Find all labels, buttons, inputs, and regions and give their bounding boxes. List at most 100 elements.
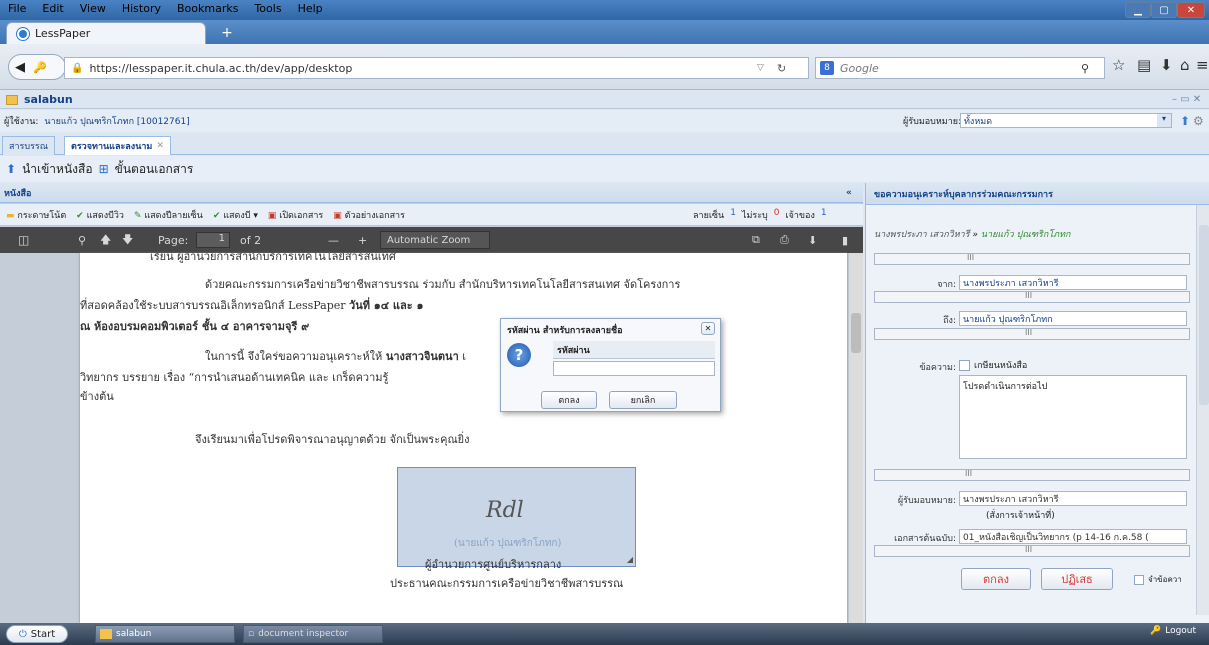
reject-button[interactable]: ปฏิเสธ (1041, 568, 1113, 590)
menu-history[interactable]: History (120, 2, 163, 15)
close-window-button[interactable]: ✕ (1177, 2, 1205, 18)
print-icon[interactable]: ⎙ (780, 233, 789, 247)
doc-para1-date: วันที่ ๑๔ และ ๑ (349, 299, 424, 312)
gear-icon[interactable]: ⚙ (1193, 114, 1204, 128)
password-dialog: รหัสผ่าน สำหรับการลงลายชื่อ ✕ ? รหัสผ่าน… (500, 318, 721, 412)
search-input[interactable]: 8 Google ⚲ (815, 57, 1105, 79)
open-document-button[interactable]: ▣ เปิดเอกสาร (268, 208, 323, 222)
dialog-ok-button[interactable]: ตกลง (541, 391, 597, 409)
horizontal-scrollbar[interactable]: III (874, 545, 1190, 557)
dropdown-arrow-icon[interactable]: ▽ (757, 63, 764, 73)
menu-help[interactable]: Help (296, 2, 325, 15)
dialog-cancel-button[interactable]: ยกเลิก (609, 391, 677, 409)
user-label: ผู้ใช้งาน: (4, 117, 39, 127)
horizontal-scrollbar[interactable]: III (874, 253, 1190, 265)
signature-box[interactable]: Rdl (นายแก้ว ปุณฑริกโภทก) ◢ (397, 467, 636, 567)
upload-icon[interactable]: ⬆ (1180, 114, 1190, 128)
resize-handle-icon[interactable]: ◢ (627, 555, 633, 564)
bookmark-star-icon[interactable]: ☆ (1112, 56, 1125, 74)
show-menu-button[interactable]: ✔ แสดงบี ▾ (213, 208, 258, 222)
download-icon[interactable]: ⬇ (808, 234, 817, 247)
show-signature-button[interactable]: ✎ แสดงปีลายเซ็น (134, 208, 203, 222)
password-input[interactable] (553, 361, 715, 376)
message-checkbox-row[interactable]: เกษียนหนังสือ (959, 358, 1027, 372)
home-icon[interactable]: ⌂ (1180, 56, 1190, 74)
right-scrollbar[interactable] (1196, 205, 1209, 615)
app-window-title: salabun – ▭ ✕ (0, 91, 1209, 109)
browser-tab[interactable]: LessPaper (6, 22, 206, 44)
collapse-icon[interactable]: « (846, 188, 852, 198)
zoom-in-button[interactable]: + (358, 234, 367, 247)
check-icon: ✔ (212, 210, 221, 221)
page-count: of 2 (240, 233, 262, 247)
remember-checkbox-row[interactable]: จำข้อควา (1134, 573, 1182, 586)
bookmark-icon[interactable]: ▮ (842, 234, 848, 247)
show-menu-label: แสดงบี (223, 210, 251, 221)
reload-icon[interactable]: ↻ (777, 62, 786, 75)
assignee-label: ผู้รับมอบหมาย: (897, 496, 956, 506)
menu-edit[interactable]: Edit (40, 2, 65, 15)
bookmarks-list-icon[interactable]: ▤ (1137, 56, 1151, 74)
url-input[interactable]: 🔒 https://lesspaper.it.chula.ac.th/dev/a… (64, 57, 809, 79)
back-button[interactable]: ◀ 🔑 (8, 54, 66, 80)
horizontal-scrollbar[interactable]: III (874, 469, 1190, 481)
remember-label: จำข้อควา (1148, 575, 1182, 584)
horizontal-scrollbar[interactable]: III (874, 328, 1190, 340)
import-document-button[interactable]: นำเข้าหนังสือ (22, 160, 93, 179)
search-icon[interactable]: ⚲ (1081, 62, 1089, 75)
workflow-button[interactable]: ขั้นตอนเอกสาร (115, 160, 194, 179)
scroll-thumb[interactable] (1199, 225, 1209, 405)
tab-review-sign[interactable]: ตรวจทานและลงนาม ✕ (64, 136, 171, 155)
menu-view[interactable]: View (78, 2, 108, 15)
new-tab-button[interactable]: + (212, 24, 242, 42)
user-bar: ผู้ใช้งาน: นายแก้ว ปุณฑริกโภทก [10012761… (0, 110, 1209, 132)
dialog-close-button[interactable]: ✕ (701, 322, 715, 335)
source-field[interactable]: 01_หนังสือเชิญเป็นวิทยากร (p 14-16 ก.ค.5… (959, 529, 1187, 544)
tab-saraban[interactable]: สารบรรณ (2, 136, 56, 155)
source-label: เอกสารต้นฉบับ: (894, 534, 956, 544)
taskbar-item-salabun[interactable]: salabun (95, 625, 235, 643)
lock-icon: 🔒 (71, 62, 84, 74)
zoom-out-button[interactable]: — (328, 234, 339, 247)
from-field[interactable]: นางพรประภา เสวกวิหารี (959, 275, 1187, 290)
menu-bookmarks[interactable]: Bookmarks (175, 2, 240, 15)
scroll-mark: III (1025, 328, 1033, 337)
maximize-button[interactable]: ▢ (1151, 2, 1177, 18)
note-button[interactable]: ▬ กระดาษโน้ต (6, 208, 66, 222)
scroll-thumb[interactable] (851, 313, 861, 353)
checkbox[interactable] (959, 359, 970, 371)
tab-saraban-label: สารบรรณ (9, 142, 49, 152)
horizontal-scrollbar[interactable]: III (874, 291, 1190, 303)
presentation-icon[interactable]: ⧉ (752, 233, 760, 247)
start-button[interactable]: ⏻ Start (6, 625, 68, 643)
page-number-input[interactable]: 1 (196, 232, 230, 248)
sidebar-toggle-icon[interactable]: ◫ (18, 233, 29, 247)
user-name[interactable]: นายแก้ว ปุณฑริกโภทก [10012761] (44, 114, 189, 128)
pdf-page: เรียน ผู้อำนวยการสำนักบริการเทคโนโลยีสาร… (80, 253, 847, 623)
search-icon[interactable]: ⚲ (78, 234, 86, 247)
approve-button[interactable]: ตกลง (961, 568, 1031, 590)
menu-icon[interactable]: ≡ (1196, 56, 1209, 74)
minimize-button[interactable]: ▁ (1125, 2, 1151, 18)
assignee-select[interactable]: ทั้งหมด ▾ (960, 113, 1172, 128)
prev-page-icon[interactable]: 🡅 (100, 231, 111, 250)
to-field[interactable]: นายแก้ว ปุณฑริกโภทก (959, 311, 1187, 326)
sample-document-button[interactable]: ▣ ตัวอย่างเอกสาร (333, 208, 405, 222)
close-icon[interactable]: ✕ (156, 141, 164, 151)
logout-button[interactable]: 🔑 Logout (1150, 626, 1196, 636)
menu-file[interactable]: File (6, 2, 28, 15)
zoom-select[interactable]: Automatic Zoom (380, 231, 490, 249)
pdf-scrollbar[interactable] (849, 253, 863, 623)
checkbox[interactable] (1134, 574, 1144, 585)
taskbar-item-inspector[interactable]: ▫ document inspector (243, 625, 383, 643)
message-textarea[interactable]: โปรดดำเนินการต่อไป (959, 375, 1187, 459)
next-page-icon[interactable]: 🡇 (122, 231, 133, 250)
window-controls[interactable]: – ▭ ✕ (1172, 94, 1201, 105)
dialog-title: รหัสผ่าน สำหรับการลงลายชื่อ (507, 326, 623, 336)
show-preview-button[interactable]: ✔ แสดงบีวิว (76, 208, 124, 222)
assignee-field[interactable]: นางพรประภา เสวกวิหารี (959, 491, 1187, 506)
open-document-label: เปิดเอกสาร (279, 210, 324, 221)
scroll-mark: III (1025, 291, 1033, 300)
menu-tools[interactable]: Tools (252, 2, 283, 15)
download-icon[interactable]: ⬇ (1160, 56, 1173, 74)
